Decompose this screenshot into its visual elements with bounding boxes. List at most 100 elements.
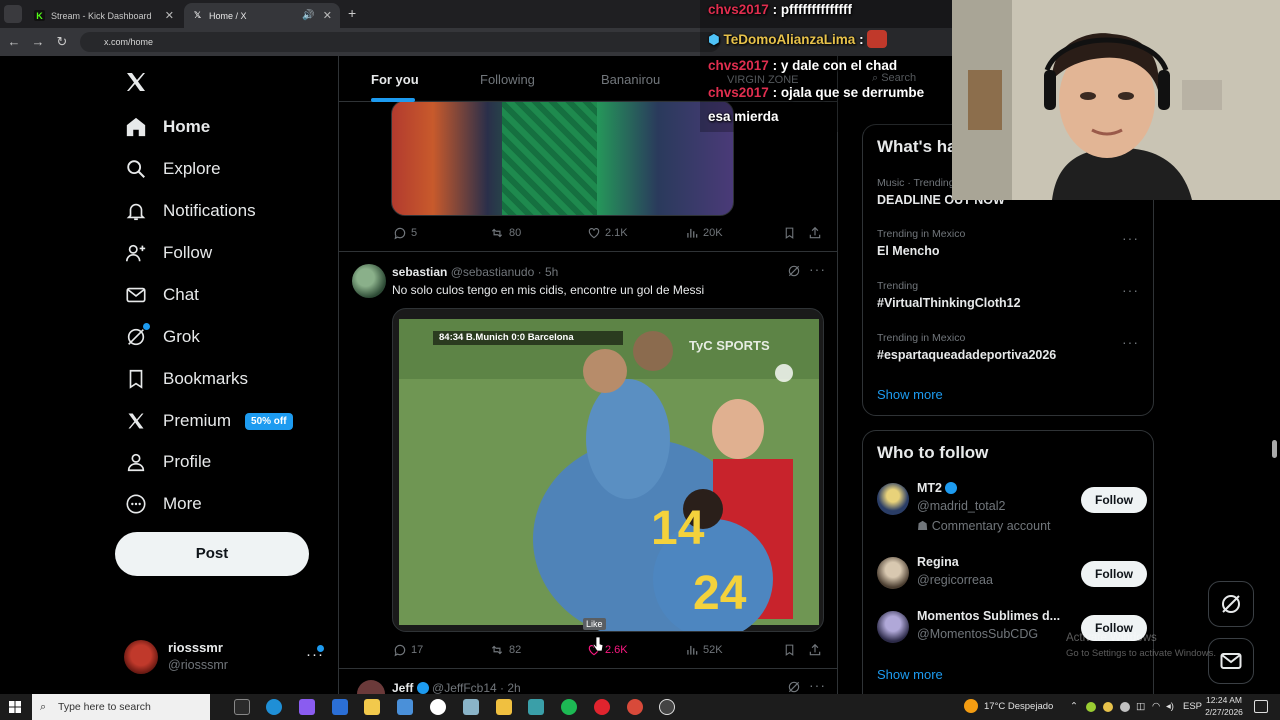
sidebar-item-notifications[interactable]: Notifications xyxy=(124,196,256,226)
more-icon[interactable]: ··· xyxy=(1122,282,1139,298)
tab-following[interactable]: Following xyxy=(480,72,535,87)
spotify-icon[interactable] xyxy=(561,699,577,715)
grok-icon[interactable] xyxy=(787,264,801,278)
wifi-icon[interactable]: ◠ xyxy=(1152,694,1160,720)
copilot-icon[interactable] xyxy=(299,699,315,715)
sidebar-item-bookmarks[interactable]: Bookmarks xyxy=(124,364,248,394)
speaker-icon[interactable]: 🔊 xyxy=(302,10,314,21)
url-input[interactable]: x.com/home xyxy=(80,32,720,52)
notepad-icon[interactable] xyxy=(463,699,479,715)
bookmark-button[interactable] xyxy=(783,643,800,657)
account-name: riosssmr xyxy=(168,640,223,655)
sidebar-item-more[interactable]: More xyxy=(124,489,202,519)
tray-chevron-icon[interactable]: ⌃ xyxy=(1070,694,1078,720)
grok-icon[interactable] xyxy=(787,680,801,694)
author-handle[interactable]: @JeffFcb14 xyxy=(432,681,497,694)
views-button[interactable]: 20K xyxy=(685,226,723,240)
sidebar-item-home[interactable]: Home xyxy=(124,112,210,142)
avatar xyxy=(877,557,909,589)
vscode-icon[interactable] xyxy=(397,699,413,715)
task-view-icon[interactable] xyxy=(234,699,250,715)
volume-icon[interactable]: ◂) xyxy=(1166,694,1174,720)
clock-time[interactable]: 12:24 AM xyxy=(1204,695,1244,705)
share-button[interactable] xyxy=(808,643,826,657)
reply-icon xyxy=(394,644,406,657)
more-icon[interactable]: ··· xyxy=(809,261,826,277)
avatar[interactable] xyxy=(352,264,386,298)
follow-suggestion[interactable]: Regina @regicorreaa Follow xyxy=(877,555,1147,603)
trend-item[interactable]: Trending in Mexico El Mencho ··· xyxy=(877,228,1147,258)
share-button[interactable] xyxy=(808,226,826,240)
avatar[interactable] xyxy=(357,680,385,694)
post-button[interactable]: Post xyxy=(115,532,309,576)
file-explorer-icon[interactable] xyxy=(496,699,512,715)
forward-icon[interactable]: → xyxy=(30,34,46,50)
store-icon[interactable] xyxy=(364,699,380,715)
who-to-follow-show-more-link[interactable]: Show more xyxy=(877,667,943,682)
chrome-icon[interactable] xyxy=(430,699,446,715)
reply-button[interactable]: 17 xyxy=(393,643,423,657)
sidebar-item-chat[interactable]: Chat xyxy=(124,280,199,310)
taskbar-search-input[interactable]: ⌕ Type here to search xyxy=(32,694,210,720)
trends-show-more-link[interactable]: Show more xyxy=(877,387,943,402)
like-button[interactable]: 2.1K xyxy=(587,226,628,240)
reply-button[interactable]: 5 xyxy=(393,226,417,240)
back-icon[interactable]: ← xyxy=(6,34,22,50)
trend-item[interactable]: Trending #VirtualThinkingCloth12 ··· xyxy=(877,280,1147,310)
bookmark-button[interactable] xyxy=(783,226,800,240)
tray-app-icon[interactable] xyxy=(1086,702,1096,712)
weather-icon[interactable] xyxy=(964,699,978,713)
repost-button[interactable]: 80 xyxy=(489,226,521,240)
follow-suggestion[interactable]: MT2 @madrid_total2 ☗ Commentary account … xyxy=(877,481,1147,533)
tab-bananirou[interactable]: Bananirou xyxy=(601,72,660,87)
sidebar-item-follow[interactable]: Follow xyxy=(124,238,212,268)
grok-float-button[interactable] xyxy=(1208,581,1254,627)
more-icon[interactable]: ··· xyxy=(1122,230,1139,246)
mail-app-icon[interactable] xyxy=(332,699,348,715)
follow-button[interactable]: Follow xyxy=(1081,487,1147,513)
author-handle[interactable]: @sebastianudo xyxy=(451,265,535,279)
author-name[interactable]: Jeff xyxy=(392,681,413,694)
x-logo-icon[interactable] xyxy=(124,70,148,94)
views-button[interactable]: 52K xyxy=(685,643,723,657)
sidebar-item-premium[interactable]: Premium 50% off xyxy=(124,406,293,436)
close-icon[interactable]: ✕ xyxy=(165,9,174,22)
tray-app-icon[interactable] xyxy=(1103,702,1113,712)
tweet-time[interactable]: · 5h xyxy=(538,265,559,279)
edge-icon[interactable] xyxy=(266,699,282,715)
sidebar-item-grok[interactable]: Grok xyxy=(124,322,200,352)
tab-x-home[interactable]: 𝕏 Home / X 🔊 ✕ xyxy=(184,3,340,28)
app-icon[interactable] xyxy=(528,699,544,715)
opera-icon[interactable] xyxy=(594,699,610,715)
account-switcher[interactable]: riosssmr @riosssmr ··· xyxy=(124,638,324,674)
notification-center-icon[interactable] xyxy=(1254,700,1268,713)
author-name[interactable]: sebastian xyxy=(392,265,447,279)
messages-float-button[interactable] xyxy=(1208,638,1254,684)
follow-button[interactable]: Follow xyxy=(1081,561,1147,587)
language-indicator[interactable]: ESP xyxy=(1183,694,1202,720)
more-icon[interactable]: ··· xyxy=(1122,334,1139,350)
reload-icon[interactable]: ↻ xyxy=(54,34,70,50)
repost-button[interactable]: 82 xyxy=(489,643,521,657)
obs-icon[interactable] xyxy=(659,699,675,715)
chrome-active-icon[interactable] xyxy=(627,699,643,715)
clock-date[interactable]: 2/27/2026 xyxy=(1202,707,1246,717)
tweet-time[interactable]: · 2h xyxy=(500,681,521,694)
weather-text[interactable]: 17°C Despejado xyxy=(984,694,1053,720)
tweet-image[interactable] xyxy=(391,100,734,216)
sidebar-item-explore[interactable]: Explore xyxy=(124,154,221,184)
tab-for-you[interactable]: For you xyxy=(371,72,419,87)
network-icon[interactable]: ◫ xyxy=(1136,694,1145,720)
tray-app-icon[interactable] xyxy=(1120,702,1130,712)
tab-search-button[interactable] xyxy=(4,5,22,23)
windows-start-icon[interactable] xyxy=(9,701,21,713)
sidebar-item-profile[interactable]: Profile xyxy=(124,447,211,477)
sidebar-item-label: Explore xyxy=(163,159,221,178)
tweet-video[interactable]: 14 24 84:34 B.Munich 0:0 Barcelona TyC S… xyxy=(392,308,824,632)
tab-kick-dashboard[interactable]: K Stream - Kick Dashboard ✕ xyxy=(26,3,182,28)
more-icon[interactable]: ··· xyxy=(809,677,826,693)
close-icon[interactable]: ✕ xyxy=(323,9,332,22)
trend-item[interactable]: Trending in Mexico #espartaqueadadeporti… xyxy=(877,332,1147,362)
new-tab-button[interactable]: + xyxy=(348,5,356,21)
scrollbar-thumb[interactable] xyxy=(1272,440,1277,458)
